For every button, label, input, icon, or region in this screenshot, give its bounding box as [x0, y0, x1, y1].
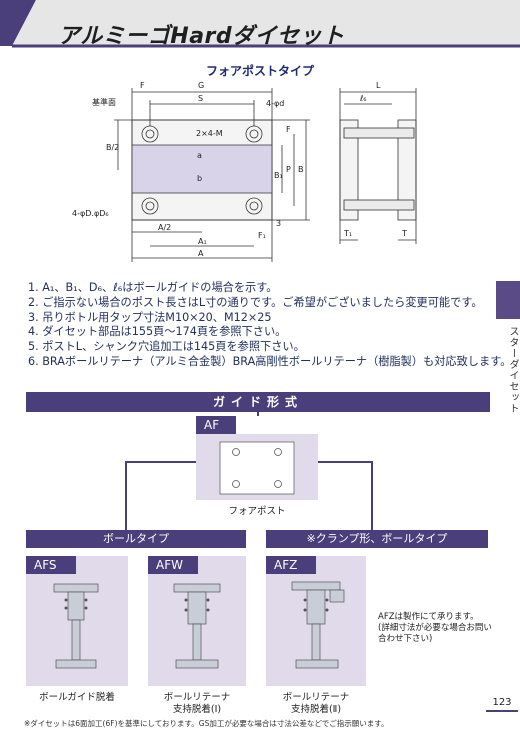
- svg-text:a: a: [197, 151, 202, 160]
- svg-text:B₁: B₁: [274, 171, 283, 180]
- afz-note: AFZは製作にて承ります。 (詳細寸法が必要な場合お問い 合わせ下さい): [378, 612, 492, 644]
- afw-image: [148, 556, 246, 686]
- svg-text:S: S: [198, 94, 203, 103]
- svg-text:B/2: B/2: [106, 143, 119, 152]
- af-image: [196, 434, 318, 500]
- afz-label: AFZ: [266, 556, 316, 574]
- svg-text:3: 3: [276, 219, 281, 228]
- note-1: 1. A₁、B₁、D₆、ℓ₆はボールガイドの場合を示す。: [28, 281, 278, 294]
- svg-text:F: F: [140, 81, 145, 90]
- af-caption: フォアポスト: [228, 506, 286, 517]
- afw-label: AFW: [148, 556, 198, 574]
- svg-text:B: B: [298, 165, 304, 174]
- afz-image: [266, 556, 366, 686]
- group-ball-type: ボールタイプ: [26, 530, 246, 548]
- guide-band: ガイド形式: [26, 392, 490, 412]
- svg-text:ℓ₆: ℓ₆: [359, 94, 367, 103]
- svg-text:T₁: T₁: [343, 229, 352, 238]
- svg-text:A₁: A₁: [198, 237, 207, 246]
- afz-caption: ボールリテーナ 支持脱着(Ⅱ): [282, 692, 350, 715]
- note-3: 3. 吊りボトル用タップ寸法M10×20、M12×25: [28, 310, 272, 324]
- note-5: 5. ポストL、シャンク穴追加工は145頁を参照下さい。: [28, 340, 305, 354]
- afs-caption: ボールガイド脱着: [39, 692, 115, 703]
- technical-drawing: F G S 基準面 4-φd 2×4-M a b B/2 B₁ P B F 4-…: [72, 81, 417, 262]
- page-number-rule: [486, 710, 518, 712]
- svg-text:F₁: F₁: [258, 231, 266, 240]
- svg-text:F: F: [286, 125, 291, 134]
- notes-list: 1. A₁、B₁、D₆、ℓ₆はボールガイドの場合を示す。 2. ご指示ない場合の…: [28, 281, 512, 370]
- svg-text:G: G: [198, 81, 204, 90]
- svg-text:L: L: [376, 81, 381, 90]
- group-clamp-ball-type: ※クランプ形、ボールタイプ: [266, 530, 488, 548]
- footnote: ※ダイセットは6面加工(6F)を基準にしております。GS加工が必要な場合は寸法公…: [24, 719, 389, 728]
- afs-image: [26, 556, 128, 686]
- afs-label: AFS: [26, 556, 76, 574]
- svg-text:P: P: [286, 165, 291, 174]
- afw-caption: ボールリテーナ 支持脱着(Ⅰ): [163, 692, 231, 715]
- svg-text:A/2: A/2: [158, 223, 171, 232]
- svg-text:2×4-M: 2×4-M: [196, 129, 223, 138]
- svg-text:T: T: [401, 229, 407, 238]
- svg-text:基準面: 基準面: [92, 97, 116, 107]
- note-2: 2. ご指示ない場合のポスト長さはL寸の通りです。ご希望がございましたら変更可能…: [28, 295, 483, 309]
- svg-text:b: b: [197, 174, 202, 183]
- page-number: 123: [492, 697, 512, 708]
- note-4: 4. ダイセット部品は155頁～174頁を参照下さい。: [28, 325, 287, 339]
- af-label: AF: [196, 416, 236, 434]
- svg-text:4-φD.φD₆: 4-φD.φD₆: [72, 209, 109, 218]
- page-title: アルミーゴHardダイセット: [58, 24, 345, 49]
- note-6: 6. BRAボールリテーナ（アルミ合金製）BRA高剛性ボールリテーナ（樹脂製）も…: [28, 354, 512, 368]
- svg-text:4-φd: 4-φd: [266, 99, 284, 108]
- side-label: スターダイセット: [507, 326, 518, 414]
- svg-text:A: A: [198, 249, 204, 258]
- side-tab: [496, 281, 520, 319]
